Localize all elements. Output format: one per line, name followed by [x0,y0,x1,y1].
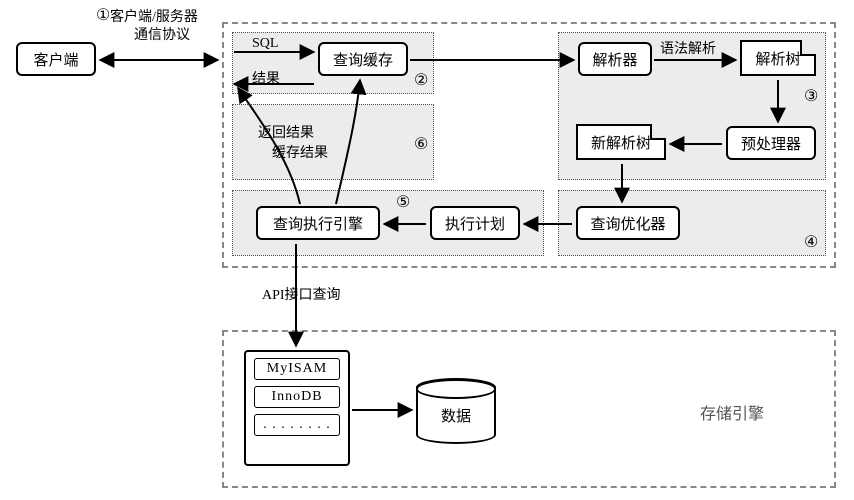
preprocessor-node: 预处理器 [726,126,816,160]
return-result-label: 返回结果 [258,122,314,142]
execution-plan-node: 执行计划 [430,206,520,240]
parse-tree-doc: 解析树 [740,40,816,76]
query-optimizer-node: 查询优化器 [576,206,680,240]
result-label: 结果 [252,68,280,88]
marker-1: ① [96,5,110,25]
parser-node: 解析器 [578,42,652,76]
marker-6: ⑥ [414,134,428,154]
engine-myisam: MyISAM [254,358,340,380]
data-cylinder-label: 数据 [441,405,471,426]
protocol-label-1: 客户端/服务器 [110,6,198,26]
storage-caption: 存储引擎 [700,400,764,424]
new-parse-tree-doc: 新解析树 [576,124,666,160]
sql-label: SQL [252,36,278,52]
marker-4: ④ [804,232,818,252]
syntax-parse-label: 语法解析 [660,38,716,58]
query-cache-node: 查询缓存 [318,42,408,76]
data-cylinder: 数据 [416,378,496,444]
cache-result-label: 缓存结果 [272,142,328,162]
marker-3: ③ [804,86,818,106]
query-engine-node: 查询执行引擎 [256,206,380,240]
client-node: 客户端 [16,42,96,76]
marker-2: ② [414,70,428,90]
marker-5: ⑤ [396,192,410,212]
engine-list: MyISAM InnoDB . . . . . . . . [244,350,350,466]
api-query-label: API接口查询 [262,284,341,304]
protocol-label-2: 通信协议 [134,24,190,44]
engine-innodb: InnoDB [254,386,340,408]
engine-more: . . . . . . . . [254,414,340,436]
return-area [232,104,434,180]
